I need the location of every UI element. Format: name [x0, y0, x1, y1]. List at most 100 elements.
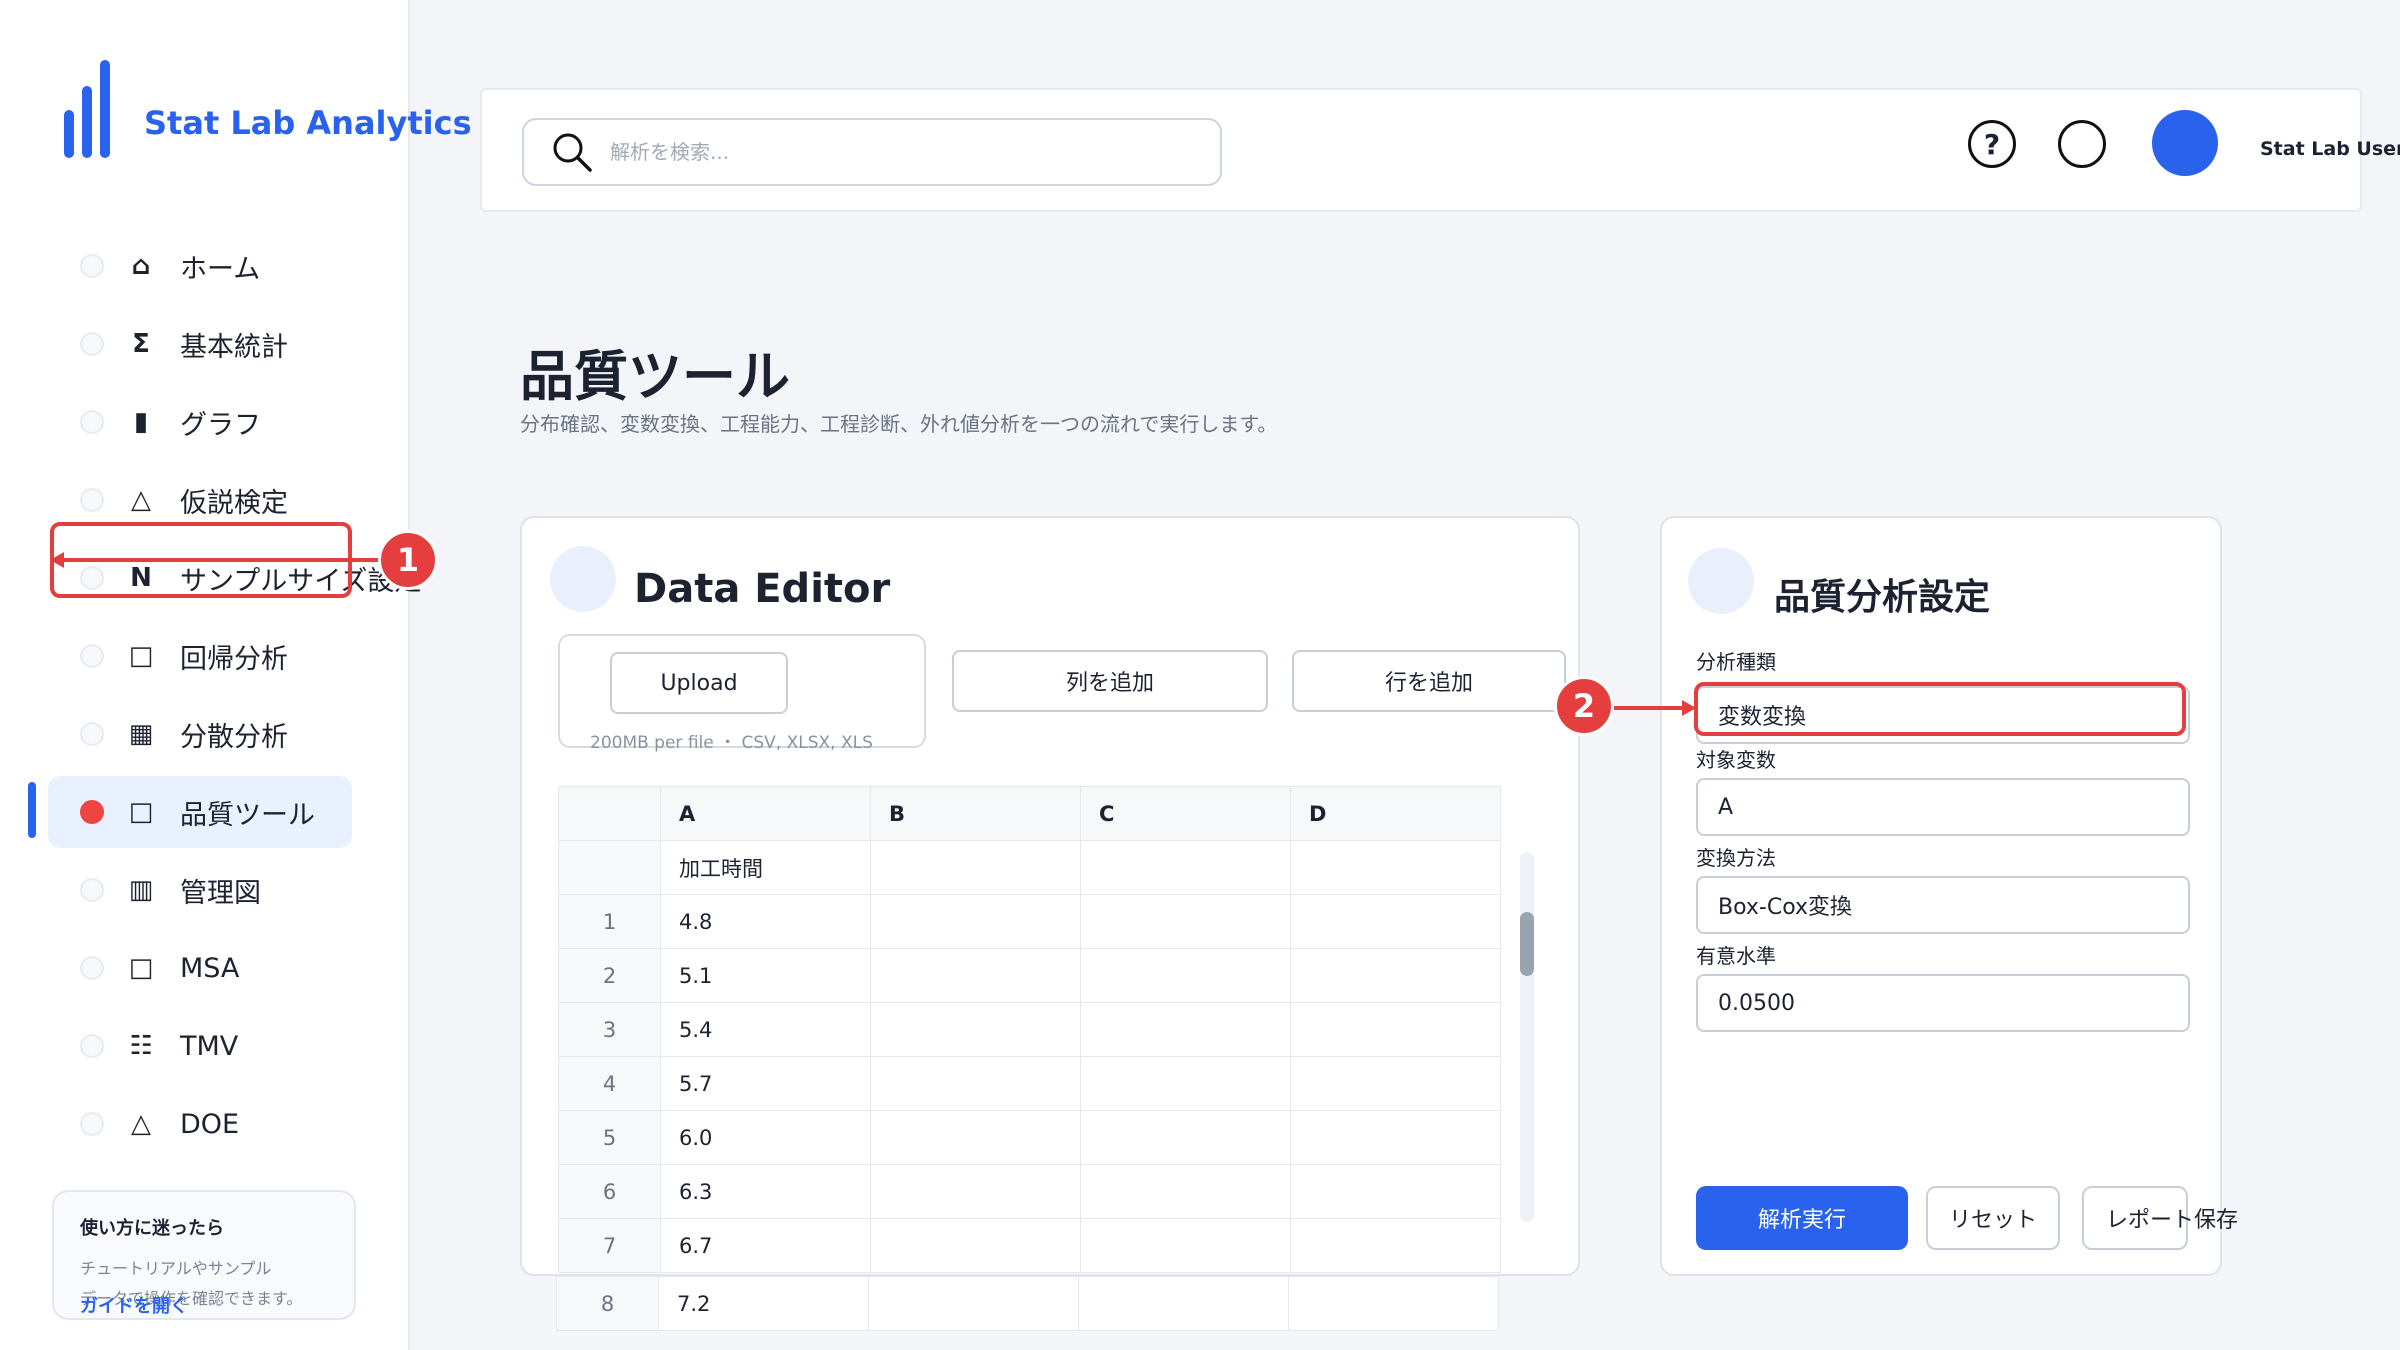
sidebar-item-label: グラフ — [180, 409, 261, 441]
grid-cell[interactable] — [1080, 1110, 1291, 1165]
grid-cell[interactable] — [1290, 1002, 1501, 1057]
column-name-cell[interactable] — [1290, 840, 1501, 895]
status-dot — [80, 488, 104, 512]
transform-method-select[interactable]: Box-Cox変換 — [1696, 876, 2190, 934]
reset-button[interactable]: リセット — [1926, 1186, 2060, 1250]
avatar[interactable] — [2152, 110, 2218, 176]
grid-cell[interactable]: 5.4 — [660, 1002, 871, 1057]
grid-cell[interactable]: 5.7 — [660, 1056, 871, 1111]
sidebar-nav: ⌂ ホーム Σ 基本統計 ▮ グラフ △ 仮説検定 N サンプルサイズ設定 □ … — [48, 230, 421, 1166]
grid-cell[interactable] — [1080, 1218, 1291, 1273]
run-analysis-button[interactable]: 解析実行 — [1696, 1186, 1908, 1250]
grid-cell[interactable] — [1080, 948, 1291, 1003]
grid-cell[interactable] — [870, 894, 1081, 949]
sidebar-item-control-chart[interactable]: ▥ 管理図 — [48, 854, 352, 926]
table-row: 3 5.4 — [558, 1002, 1501, 1057]
column-name-cell[interactable] — [870, 840, 1081, 895]
square-icon: □ — [128, 797, 154, 827]
sidebar-item-label: 管理図 — [180, 877, 261, 909]
sidebar-item-doe[interactable]: △ DOE — [48, 1088, 352, 1160]
grid-cell[interactable] — [1080, 1164, 1291, 1219]
sidebar-item-regression[interactable]: □ 回帰分析 — [48, 620, 352, 692]
grid-cell[interactable] — [1290, 894, 1501, 949]
sidebar-item-label: 品質ツール — [180, 799, 315, 831]
sidebar-item-label: TMV — [180, 1030, 239, 1062]
corner-cell — [558, 786, 661, 841]
grid-cell[interactable] — [1290, 1164, 1501, 1219]
grid-cell[interactable]: 6.7 — [660, 1218, 871, 1273]
sidebar-item-anova[interactable]: ▦ 分散分析 — [48, 698, 352, 770]
scrollbar-track[interactable] — [1520, 852, 1534, 1222]
square-icon: □ — [128, 641, 154, 671]
save-report-button[interactable]: レポート保存 — [2082, 1186, 2238, 1250]
grid-cell[interactable] — [1290, 1110, 1501, 1165]
card-badge-icon — [1688, 548, 1754, 614]
grid-cell[interactable]: 7.2 — [658, 1276, 869, 1331]
sidebar-item-basic-stats[interactable]: Σ 基本統計 — [48, 308, 352, 380]
grid-cell[interactable]: 5.1 — [660, 948, 871, 1003]
grid-cell[interactable] — [1288, 1276, 1499, 1331]
grid-cell[interactable] — [1290, 1218, 1501, 1273]
sidebar-item-msa[interactable]: □ MSA — [48, 932, 352, 1004]
grid-cell[interactable] — [1078, 1276, 1289, 1331]
table-row: 7 6.7 — [558, 1218, 1501, 1273]
sidebar-item-tmv[interactable]: ☷ TMV — [48, 1010, 352, 1082]
column-header-d[interactable]: D — [1290, 786, 1501, 841]
upload-dropzone[interactable]: Upload 200MB per file ・ CSV, XLSX, XLS — [558, 634, 926, 753]
column-header-a[interactable]: A — [660, 786, 871, 841]
sidebar-item-home[interactable]: ⌂ ホーム — [48, 230, 352, 302]
column-header-c[interactable]: C — [1080, 786, 1291, 841]
grid-cell[interactable] — [1080, 894, 1291, 949]
grid-cell[interactable] — [870, 948, 1081, 1003]
grid-cell[interactable] — [870, 1110, 1081, 1165]
grid-cell[interactable] — [870, 1218, 1081, 1273]
upload-button[interactable]: Upload — [610, 652, 788, 714]
home-icon: ⌂ — [131, 251, 151, 281]
help-icon[interactable]: ? — [1968, 120, 2016, 168]
help-desc-line: チュートリアルやサンプル — [80, 1259, 272, 1278]
grid-cell[interactable] — [870, 1002, 1081, 1057]
open-guide-link[interactable]: ガイドを開く — [80, 1292, 188, 1318]
status-dot — [80, 410, 104, 434]
grid-cell[interactable] — [1080, 1002, 1291, 1057]
search-box[interactable] — [522, 118, 1222, 186]
add-row-button[interactable]: 行を追加 — [1292, 650, 1566, 712]
grid-cell[interactable] — [1290, 1056, 1501, 1111]
scrollbar-thumb[interactable] — [1520, 912, 1534, 976]
grid-cell[interactable] — [1290, 948, 1501, 1003]
top-header: ? Stat Lab User — [480, 88, 2400, 212]
column-name-cell[interactable] — [1080, 840, 1291, 895]
annotation-arrow-line-1 — [62, 558, 382, 562]
sidebar-item-quality-tools[interactable]: □ 品質ツール — [48, 776, 352, 848]
sidebar-item-label: 基本統計 — [180, 331, 288, 363]
grid-cell[interactable]: 6.3 — [660, 1164, 871, 1219]
grid-cell[interactable]: 6.0 — [660, 1110, 871, 1165]
quality-settings-card: 品質分析設定 分析種類 変数変換 対象変数 A 変換方法 Box-Cox変換 有… — [1660, 516, 2238, 1276]
table-row: 1 4.8 — [558, 894, 1501, 949]
target-variable-select[interactable]: A — [1696, 778, 2190, 836]
sidebar-item-graph[interactable]: ▮ グラフ — [48, 386, 352, 458]
row-number: 3 — [558, 1002, 661, 1057]
sidebar-item-label: 回帰分析 — [180, 643, 288, 675]
grid-cell[interactable] — [870, 1164, 1081, 1219]
settings-circle-icon[interactable] — [2058, 120, 2106, 168]
add-column-button[interactable]: 列を追加 — [952, 650, 1268, 712]
data-grid: A B C D 加工時間 1 4.8 2 5.1 3 5.4 4 5.7 5 6… — [558, 786, 1501, 1273]
app-logo[interactable]: Stat Lab Analytics — [64, 60, 472, 158]
username[interactable]: Stat Lab User — [2260, 138, 2400, 160]
column-header-b[interactable]: B — [870, 786, 1081, 841]
column-name-cell[interactable]: 加工時間 — [660, 840, 871, 895]
grid-cell[interactable] — [1080, 1056, 1291, 1111]
grid-cell[interactable] — [868, 1276, 1079, 1331]
annotation-arrowhead-1 — [50, 552, 64, 568]
page-subtitle: 分布確認、変数変換、工程能力、工程診断、外れ値分析を一つの流れで実行します。 — [520, 412, 1278, 436]
status-dot-active — [80, 800, 104, 824]
sidebar-item-label: MSA — [180, 952, 240, 984]
grid-cell[interactable] — [870, 1056, 1081, 1111]
search-input[interactable] — [610, 140, 1170, 164]
grid-cell[interactable]: 4.8 — [660, 894, 871, 949]
significance-level-input[interactable]: 0.0500 — [1696, 974, 2190, 1032]
help-title: 使い方に迷ったら — [80, 1218, 224, 1239]
sidebar-item-label: 仮説検定 — [180, 487, 288, 519]
square-icon: □ — [128, 953, 154, 983]
